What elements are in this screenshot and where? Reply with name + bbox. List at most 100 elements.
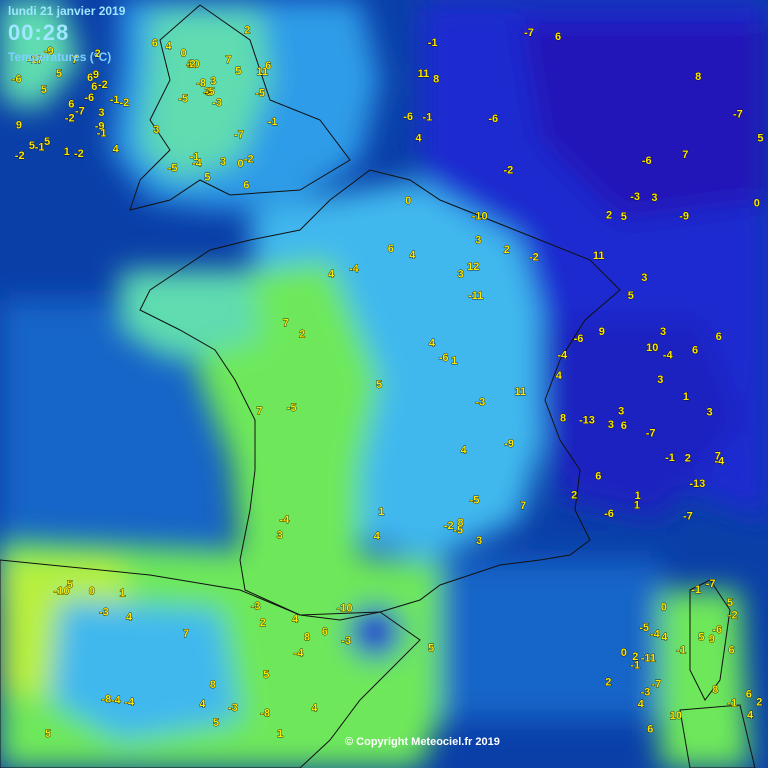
temperature-observation: 5 bbox=[621, 211, 627, 223]
temperature-observation: -10 bbox=[472, 211, 488, 223]
temperature-observation: 3 bbox=[475, 235, 481, 247]
temperature-observation: 1 bbox=[634, 499, 640, 511]
temperature-observation: 4 bbox=[429, 338, 436, 350]
temperature-observation: -8 bbox=[102, 694, 112, 706]
temperature-observation: 4 bbox=[199, 699, 206, 711]
temperature-observation: 5 bbox=[56, 68, 62, 80]
temperature-observation: -5 bbox=[639, 622, 649, 634]
temperature-observation: 7 bbox=[715, 450, 721, 462]
temperature-observation: 4 bbox=[374, 531, 381, 543]
temperature-observation: -3 bbox=[341, 635, 351, 647]
temperature-observation: -2 bbox=[529, 252, 539, 264]
temperature-observation: 0 bbox=[405, 195, 411, 207]
temperature-observation: 5 bbox=[727, 597, 733, 609]
temperature-observation: 8 bbox=[560, 413, 566, 425]
temperature-observation: 2 bbox=[299, 329, 305, 341]
temperature-observation: -4 bbox=[349, 263, 360, 275]
temperature-observation: 12 bbox=[467, 261, 479, 273]
copyright-credit: © Copyright Meteociel.fr 2019 bbox=[345, 736, 500, 748]
temperature-observation: -6 bbox=[642, 155, 652, 167]
temperature-observation: 4 bbox=[126, 612, 133, 624]
temperature-observation: 3 bbox=[476, 535, 482, 547]
temperature-observation: 0 bbox=[754, 197, 760, 209]
temperature-observation: 6 bbox=[746, 689, 752, 701]
temperature-observation: -4 bbox=[124, 697, 135, 709]
temperature-observation: 7 bbox=[682, 149, 688, 161]
temperature-observation: 0 bbox=[621, 647, 627, 659]
temperature-observation: 6 bbox=[716, 331, 722, 343]
temperature-observation: 7 bbox=[283, 317, 289, 329]
temperature-observation: -5 bbox=[178, 93, 188, 105]
temperature-observation: -11 bbox=[468, 290, 483, 302]
temperature-observation: 3 bbox=[153, 124, 159, 136]
temperature-observation: 2 bbox=[260, 617, 266, 629]
temperature-observation: -1 bbox=[691, 584, 701, 596]
temperature-observation: -2 bbox=[444, 520, 454, 532]
temperature-observation: -7 bbox=[706, 578, 716, 590]
temperature-observation: 8 bbox=[210, 679, 216, 691]
temperature-observation: 4 bbox=[556, 370, 563, 382]
temperature-observation: 9 bbox=[599, 326, 605, 338]
temperature-observation: 5 bbox=[213, 717, 219, 729]
temperature-observation: -6 bbox=[84, 92, 94, 104]
temperature-observation: 2 bbox=[504, 244, 510, 256]
temperature-observation: -3 bbox=[251, 600, 261, 612]
temperature-observation: 6 bbox=[388, 243, 394, 255]
temperature-observation: -1 bbox=[268, 116, 278, 128]
temperature-observation: 11 bbox=[515, 386, 527, 398]
temperature-observation: 4 bbox=[292, 613, 299, 625]
temperature-observation: -1 bbox=[110, 94, 120, 106]
temperature-observation: 2 bbox=[244, 25, 250, 37]
temperature-observation: 6 bbox=[621, 420, 627, 432]
temperature-observation: -7 bbox=[75, 105, 85, 117]
temperature-observation: -9 bbox=[679, 211, 689, 223]
temperature-observation: 11 bbox=[418, 68, 430, 80]
temperature-observation: 7 bbox=[225, 54, 231, 66]
temperature-observation: -7 bbox=[646, 428, 656, 440]
temperature-observation: 3 bbox=[657, 374, 663, 386]
temperature-observation: 5 bbox=[67, 579, 73, 591]
temperature-observation: -6 bbox=[604, 508, 614, 520]
temperature-observation: 5 bbox=[698, 632, 704, 644]
temperature-observation: 6 bbox=[243, 180, 249, 192]
temperature-observation: -13 bbox=[579, 415, 595, 427]
temperature-observation: 4 bbox=[638, 699, 645, 711]
temperature-observation: -1 bbox=[35, 141, 45, 153]
temperature-observation: -3 bbox=[212, 97, 222, 109]
temperature-observation: -2 bbox=[244, 153, 254, 165]
temperature-observation: -10 bbox=[337, 602, 353, 614]
temperature-observation: 7 bbox=[256, 406, 262, 418]
temperature-observation: -1 bbox=[97, 127, 107, 139]
temperature-observation: 2 bbox=[571, 489, 577, 501]
temperature-observation: 6 bbox=[322, 626, 328, 638]
temperature-observation: -5 bbox=[255, 88, 265, 100]
temperature-observation: -5 bbox=[168, 162, 178, 174]
temperature-observation: 3 bbox=[458, 269, 464, 281]
temperature-observation: -6 bbox=[403, 111, 413, 123]
temperature-observation: 6 bbox=[68, 98, 74, 110]
temperature-observation: -5 bbox=[205, 86, 215, 98]
temperature-observation: 3 bbox=[707, 407, 713, 419]
temperature-observation: -3 bbox=[228, 702, 238, 714]
temperature-observation: 9 bbox=[709, 633, 715, 645]
temperature-observation: 5 bbox=[757, 132, 763, 144]
temperature-observation: -6 bbox=[12, 74, 22, 86]
temperature-observation: -7 bbox=[733, 108, 743, 120]
temperature-observation: 5 bbox=[263, 669, 269, 681]
temperature-observation: -2 bbox=[186, 58, 196, 70]
temperature-observation: -2 bbox=[728, 610, 738, 622]
temperature-observation: 5 bbox=[41, 84, 47, 96]
temperature-observation: -1 bbox=[428, 37, 438, 49]
temperature-observation: -1 bbox=[630, 659, 640, 671]
temperature-observation: 7 bbox=[520, 500, 526, 512]
temperature-observation: 1 bbox=[64, 146, 70, 158]
temperature-observation: -2 bbox=[504, 165, 514, 177]
temperature-observation: 7 bbox=[183, 628, 189, 640]
temperature-observation: -2 bbox=[74, 148, 84, 160]
temperature-observation: 4 bbox=[415, 132, 422, 144]
temperature-observation: 3 bbox=[277, 530, 283, 542]
temperature-observation: 5 bbox=[44, 136, 50, 148]
temperature-observation: 5 bbox=[204, 172, 210, 184]
temperature-observation: -6 bbox=[439, 352, 449, 364]
temperature-observation: 5 bbox=[45, 728, 51, 740]
